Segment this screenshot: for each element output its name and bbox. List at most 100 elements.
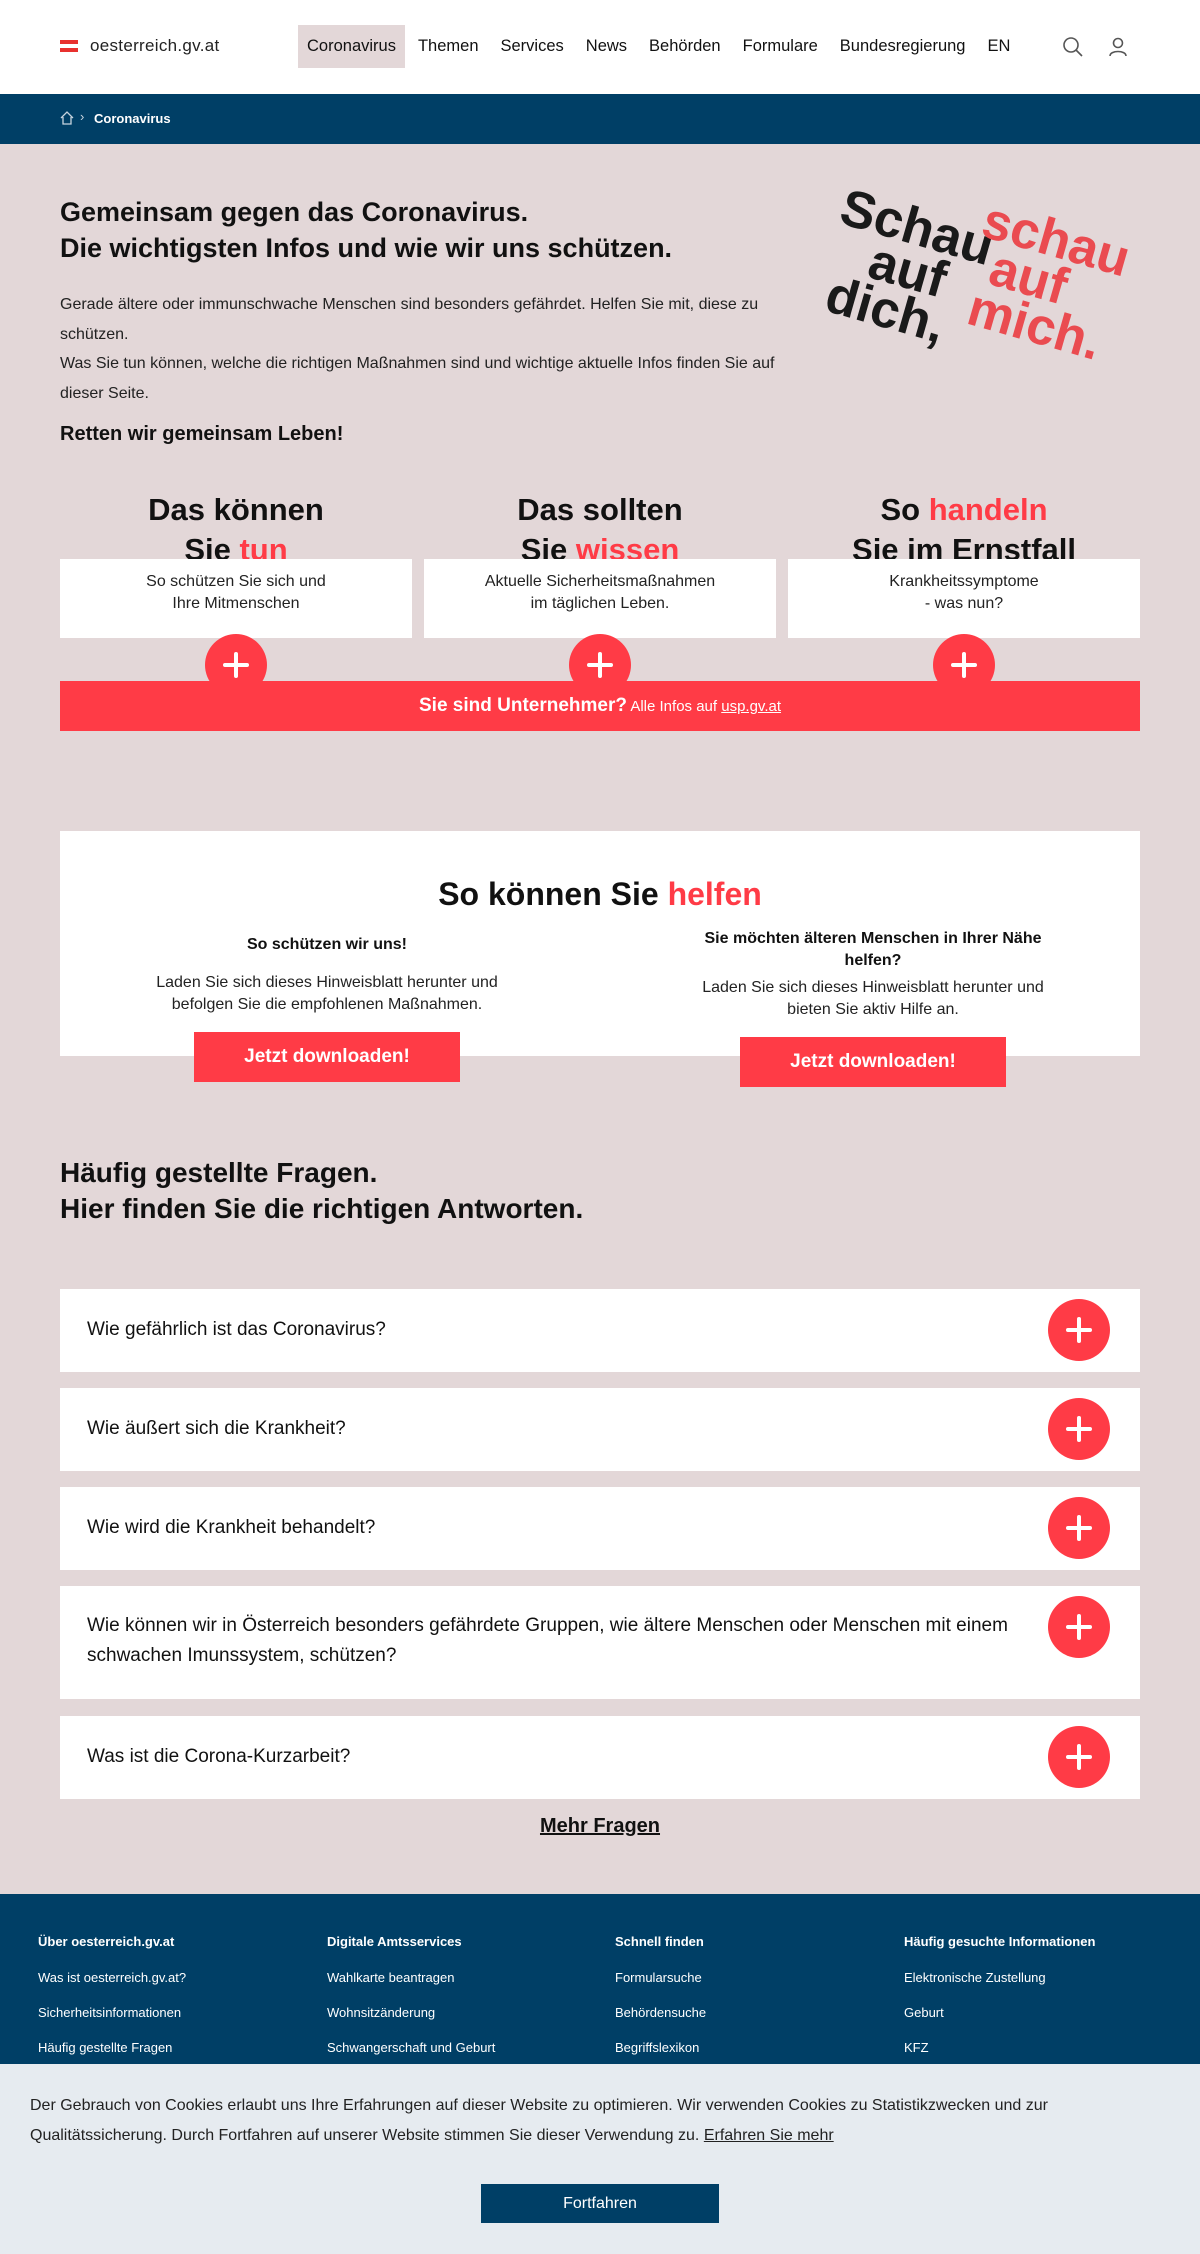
intro-title-line1: Gemeinsam gegen das Coronavirus. bbox=[60, 197, 529, 227]
footer-link[interactable]: Häufig gestellte Fragen bbox=[38, 2038, 298, 2057]
footer-link[interactable]: Formularsuche bbox=[615, 1968, 875, 1987]
faq-question: Wie können wir in Österreich besonders g… bbox=[87, 1615, 1008, 1666]
faq-expand-button[interactable] bbox=[1048, 1299, 1110, 1361]
footer-link[interactable]: Wohnsitzänderung bbox=[327, 2003, 587, 2022]
intro-title-line2: Die wichtigsten Infos und wie wir uns sc… bbox=[60, 233, 673, 263]
search-icon[interactable] bbox=[1060, 34, 1086, 60]
nav-item-behoerden[interactable]: Behörden bbox=[640, 25, 730, 68]
logo-text: oesterreich.gv.at bbox=[90, 36, 220, 55]
cookie-learn-more-link[interactable]: Erfahren Sie mehr bbox=[704, 2127, 834, 2144]
card-tun: So schützen Sie sich und Ihre Mitmensche… bbox=[60, 559, 412, 638]
intro-paragraph-2: Was Sie tun können, welche die richtigen… bbox=[60, 355, 775, 402]
download-button-right[interactable]: Jetzt downloaden! bbox=[740, 1037, 1006, 1087]
cookie-message: Der Gebrauch von Cookies erlaubt uns Ihr… bbox=[30, 2097, 1048, 2144]
footer-heading: Über oesterreich.gv.at bbox=[38, 1934, 175, 1949]
nav-item-formulare[interactable]: Formulare bbox=[734, 25, 827, 68]
cookie-text: Der Gebrauch von Cookies erlaubt uns Ihr… bbox=[30, 2091, 1130, 2151]
faq-question: Was ist die Corona-Kurzarbeit? bbox=[87, 1746, 351, 1767]
card-handeln-text1: Krankheitssymptome bbox=[889, 573, 1039, 590]
faq-title-line2: Hier finden Sie die richtigen Antworten. bbox=[60, 1193, 584, 1224]
usp-link[interactable]: usp.gv.at bbox=[721, 698, 781, 715]
help-right-text2: bieten Sie aktiv Hilfe an. bbox=[787, 1001, 959, 1018]
faq-item[interactable]: Was ist die Corona-Kurzarbeit? bbox=[60, 1716, 1140, 1799]
austria-flag-icon bbox=[60, 40, 78, 52]
help-left-text1: Laden Sie sich dieses Hinweisblatt herun… bbox=[156, 974, 498, 991]
footer-column-services: Digitale Amtsservices Wahlkarte beantrag… bbox=[327, 1934, 587, 2073]
help-left-text2: befolgen Sie die empfohlenen Maßnahmen. bbox=[171, 996, 483, 1013]
card-wissen-text1: Aktuelle Sicherheitsmaßnahmen bbox=[484, 573, 716, 590]
faq-title: Häufig gestellte Fragen. Hier finden Sie… bbox=[60, 1155, 583, 1227]
card-handeln-title-line1: So handeln bbox=[788, 490, 1140, 530]
help-title-pre: So können Sie bbox=[438, 876, 668, 912]
help-title: So können Sie helfen bbox=[60, 876, 1140, 913]
faq-item[interactable]: Wie äußert sich die Krankheit? bbox=[60, 1388, 1140, 1471]
intro-paragraph-1: Gerade ältere oder immunschwache Mensche… bbox=[60, 296, 759, 343]
card-handeln-title: So handeln Sie im Ernstfall bbox=[788, 490, 1140, 570]
footer-link[interactable]: Behördensuche bbox=[615, 2003, 875, 2022]
more-questions-link[interactable]: Mehr Fragen bbox=[0, 1815, 1200, 1838]
footer-column-quickfind: Schnell finden Formularsuche Behördensuc… bbox=[615, 1934, 875, 2073]
footer-link[interactable]: Wahlkarte beantragen bbox=[327, 1968, 587, 1987]
nav-item-news[interactable]: News bbox=[577, 25, 636, 68]
footer-link[interactable]: KFZ bbox=[904, 2038, 1164, 2057]
footer-link[interactable]: Elektronische Zustellung bbox=[904, 1968, 1164, 1987]
business-bar-text: Alle Infos auf bbox=[627, 698, 722, 715]
business-info-bar: Sie sind Unternehmer? Alle Infos auf usp… bbox=[60, 681, 1140, 731]
footer-link[interactable]: Geburt bbox=[904, 2003, 1164, 2022]
help-right-title: Sie möchten älteren Menschen in Ihrer Nä… bbox=[673, 928, 1073, 972]
card-tun-text2: Ihre Mitmenschen bbox=[172, 595, 300, 612]
faq-item[interactable]: Wie gefährlich ist das Coronavirus? bbox=[60, 1289, 1140, 1372]
faq-expand-button[interactable] bbox=[1048, 1596, 1110, 1658]
card-handeln-title-accent: handeln bbox=[928, 492, 1048, 527]
nav-item-coronavirus[interactable]: Coronavirus bbox=[298, 25, 405, 68]
footer-heading: Digitale Amtsservices bbox=[327, 1934, 462, 1949]
nav-item-services[interactable]: Services bbox=[492, 25, 573, 68]
chevron-right-icon: › bbox=[80, 109, 85, 124]
business-bar-heading: Sie sind Unternehmer? bbox=[419, 695, 627, 716]
help-right-text1: Laden Sie sich dieses Hinweisblatt herun… bbox=[702, 979, 1044, 996]
user-account-icon[interactable] bbox=[1105, 34, 1131, 60]
faq-item[interactable]: Wie können wir in Österreich besonders g… bbox=[60, 1586, 1140, 1699]
footer-column-popular: Häufig gesuchte Informationen Elektronis… bbox=[904, 1934, 1164, 2073]
faq-expand-button[interactable] bbox=[1048, 1726, 1110, 1788]
nav-item-bundesregierung[interactable]: Bundesregierung bbox=[831, 25, 975, 68]
footer-link[interactable]: Begriffslexikon bbox=[615, 2038, 875, 2057]
help-right-title1: Sie möchten älteren Menschen in Ihrer Nä… bbox=[704, 930, 1042, 947]
footer-link[interactable]: Schwangerschaft und Geburt bbox=[327, 2038, 587, 2057]
help-left-text: Laden Sie sich dieses Hinweisblatt herun… bbox=[127, 972, 527, 1016]
nav-item-themen[interactable]: Themen bbox=[409, 25, 488, 68]
footer-heading: Schnell finden bbox=[615, 1934, 704, 1949]
help-left-title: So schützen wir uns! bbox=[246, 936, 407, 953]
faq-item[interactable]: Wie wird die Krankheit behandelt? bbox=[60, 1487, 1140, 1570]
faq-question: Wie wird die Krankheit behandelt? bbox=[87, 1517, 376, 1538]
faq-expand-button[interactable] bbox=[1048, 1398, 1110, 1460]
card-wissen-title: Das sollten Sie wissen bbox=[424, 490, 776, 570]
home-icon[interactable] bbox=[59, 110, 75, 126]
card-handeln: Krankheitssymptome - was nun? bbox=[788, 559, 1140, 638]
intro-callout: Retten wir gemeinsam Leben! bbox=[60, 423, 344, 445]
nav-item-language-en[interactable]: EN bbox=[978, 25, 1019, 68]
footer-column-about: Über oesterreich.gv.at Was ist oesterrei… bbox=[38, 1934, 298, 2073]
faq-question: Wie gefährlich ist das Coronavirus? bbox=[87, 1319, 386, 1340]
cookie-banner: Der Gebrauch von Cookies erlaubt uns Ihr… bbox=[0, 2064, 1200, 2254]
card-tun-title: Das können Sie tun bbox=[60, 490, 412, 570]
intro-title: Gemeinsam gegen das Coronavirus. Die wic… bbox=[60, 194, 672, 266]
download-button-left[interactable]: Jetzt downloaden! bbox=[194, 1032, 460, 1082]
faq-expand-button[interactable] bbox=[1048, 1497, 1110, 1559]
footer-link[interactable]: Sicherheitsinformationen bbox=[38, 2003, 298, 2022]
help-right-text: Laden Sie sich dieses Hinweisblatt herun… bbox=[673, 977, 1073, 1021]
faq-title-line1: Häufig gestellte Fragen. bbox=[60, 1157, 378, 1188]
card-wissen-text2: im täglichen Leben. bbox=[530, 595, 670, 612]
card-tun-title-line1: Das können bbox=[148, 492, 324, 527]
card-tun-text1: So schützen Sie sich und bbox=[146, 573, 326, 590]
breadcrumb-current: Coronavirus bbox=[94, 111, 171, 126]
footer-heading: Häufig gesuchte Informationen bbox=[904, 1934, 1096, 1949]
site-header: oesterreich.gv.at Coronavirus Themen Ser… bbox=[0, 0, 1200, 94]
card-handeln-title-pre: So bbox=[880, 492, 929, 527]
help-title-accent: helfen bbox=[667, 876, 762, 912]
cookie-continue-button[interactable]: Fortfahren bbox=[481, 2184, 719, 2223]
breadcrumb: › Coronavirus bbox=[0, 94, 1200, 144]
site-logo[interactable]: oesterreich.gv.at bbox=[60, 36, 220, 56]
faq-question: Wie äußert sich die Krankheit? bbox=[87, 1418, 346, 1439]
footer-link[interactable]: Was ist oesterreich.gv.at? bbox=[38, 1968, 298, 1987]
